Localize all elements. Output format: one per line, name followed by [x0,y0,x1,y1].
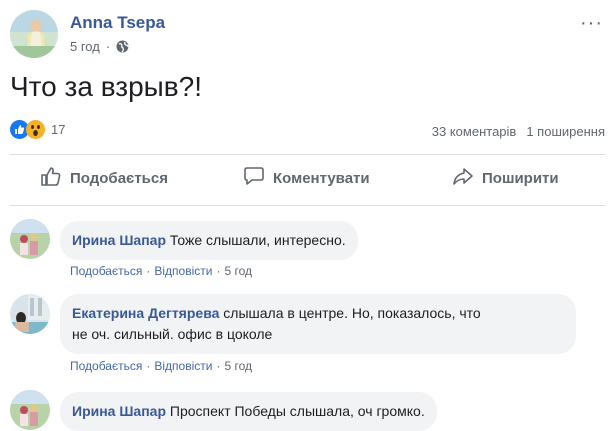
comment-reply-link[interactable]: Відповісти [154,359,212,373]
more-options-button[interactable]: ··· [580,12,603,35]
post-author-name[interactable]: Anna Tsepa [70,13,165,33]
divider [10,205,605,206]
globe-icon [116,40,129,53]
comment-icon [243,165,265,191]
comment-bubble: Ирина Шапар Тоже слышали, интересно. [60,221,358,260]
thumbs-up-icon [40,165,62,191]
comment-actions: Подобається · Відповісти · 5 год [70,264,252,278]
like-button[interactable]: Подобається [40,165,168,191]
share-icon [452,165,474,191]
comment-text: Проспект Победы слышала, оч громко. [169,403,425,419]
comment-button-label: Коментувати [273,169,370,187]
post-time[interactable]: 5 год [70,39,100,54]
commenter-name[interactable]: Ирина Шапар [72,232,166,248]
comment-bubble: Ирина Шапар Проспект Победы слышала, оч … [60,392,437,431]
comment-like-link[interactable]: Подобається [70,359,142,373]
reactions-count: 17 [51,122,66,137]
author-avatar[interactable] [10,10,58,58]
comment-time[interactable]: 5 год [224,359,252,373]
comment-text: не оч. сильный. офис в цоколе [72,326,273,342]
post-stats: 33 коментарів 1 поширення [432,124,605,139]
separator: · [216,359,221,373]
share-button-label: Поширити [482,169,559,187]
separator: · [146,264,151,278]
commenter-avatar[interactable] [10,390,50,430]
share-button[interactable]: Поширити [452,165,559,191]
post-meta: 5 год · [70,39,129,54]
commenter-name[interactable]: Ирина Шапар [72,403,166,419]
commenter-avatar[interactable] [10,219,50,259]
comments-count-link[interactable]: 33 коментарів [432,124,517,139]
comment-text: слышала в центре. Но, показалось, что [223,305,481,321]
divider [10,154,605,155]
post-text: Что за взрыв?! [10,71,203,102]
shares-count-link[interactable]: 1 поширення [526,124,605,139]
wow-reaction-icon [26,120,45,139]
comment-like-link[interactable]: Подобається [70,264,142,278]
comment-button[interactable]: Коментувати [243,165,370,191]
comment-actions: Подобається · Відповісти · 5 год [70,359,252,373]
separator: · [216,264,221,278]
commenter-avatar[interactable] [10,294,50,334]
commenter-name[interactable]: Екатерина Дегтярева [72,305,219,321]
like-button-label: Подобається [70,169,168,187]
comment-time[interactable]: 5 год [224,264,252,278]
comment-text: Тоже слышали, интересно. [169,232,346,248]
separator: · [146,359,151,373]
reactions-summary[interactable]: 17 [10,120,65,139]
separator: · [105,39,111,54]
comment-bubble: Екатерина Дегтярева слышала в центре. Но… [60,294,576,354]
comment-reply-link[interactable]: Відповісти [154,264,212,278]
